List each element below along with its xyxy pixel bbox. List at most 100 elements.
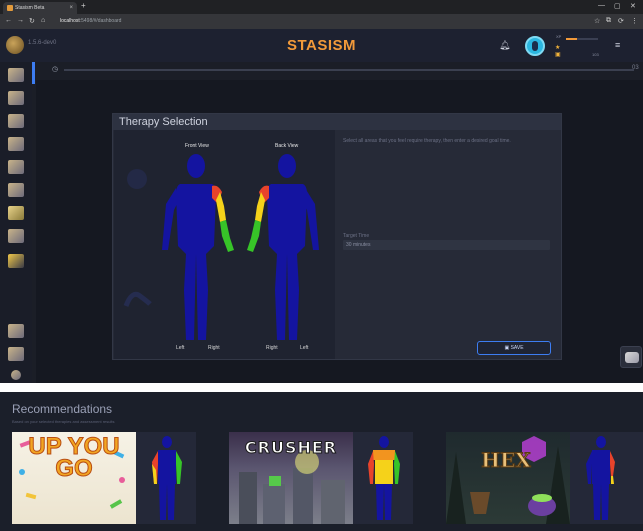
game-title-up-you-go: UP YOU GO — [28, 433, 120, 482]
sidebar-item-exercises[interactable] — [8, 137, 24, 151]
modal-header: Therapy Selection — [113, 114, 561, 130]
sidebar-item-achievements[interactable] — [8, 254, 24, 268]
notification-bell-icon[interactable]: 🔔︎ — [499, 40, 510, 51]
front-left-leg[interactable] — [196, 254, 208, 340]
xp-progress-bar — [566, 38, 598, 40]
back-view-label: Back View — [275, 143, 299, 149]
app-screenshot: Stasism Beta × + — ▢ ✕ ← → ↻ ⌂ localhost… — [0, 0, 643, 383]
front-view-label: Front View — [185, 143, 209, 149]
coin-count: 103 — [592, 52, 599, 57]
treasure-icon: ▣ — [555, 52, 561, 58]
forward-icon[interactable]: → — [17, 17, 24, 24]
sidebar-item-trophy[interactable] — [8, 206, 24, 220]
sidebar — [0, 62, 32, 383]
recommendations-title: Recommendations — [12, 402, 113, 416]
star-icon: ★ — [555, 45, 561, 51]
browser-toolbar: ← → ↻ ⌂ localhost:5498/#/dashboard ☆ ⧉ ⟳… — [0, 14, 643, 29]
browser-menu-icon[interactable]: ⋮ — [631, 17, 638, 25]
save-label: SAVE — [510, 345, 524, 351]
front-right-arm[interactable] — [162, 188, 178, 250]
modal-title: Therapy Selection — [119, 116, 208, 128]
game-card-crusher[interactable]: CRUSHER — [229, 432, 413, 524]
faded-decoration-icon — [123, 291, 152, 307]
game-body-map — [368, 436, 400, 520]
maximize-button[interactable]: ▢ — [614, 2, 621, 10]
game-title-crusher: CRUSHER — [244, 438, 338, 458]
game-card-up-you-go[interactable]: UP YOU GO — [12, 432, 196, 524]
sidebar-item-therapy[interactable] — [8, 91, 24, 105]
timeline-track[interactable] — [64, 69, 634, 71]
back-head[interactable] — [278, 154, 296, 178]
url-path: :5498/#/dashboard — [79, 18, 122, 24]
extensions-icon[interactable]: ⧉ — [606, 17, 611, 25]
game-thumbnail[interactable]: UP YOU GO — [12, 432, 136, 524]
sidebar-item-profile[interactable] — [8, 324, 24, 338]
target-time-label: Target Time — [343, 233, 370, 239]
timeline-end-label: 03 — [632, 65, 639, 71]
hamburger-menu-icon[interactable]: ≡ — [615, 40, 620, 50]
browser-tab[interactable]: Stasism Beta × — [3, 2, 77, 14]
recommendations-section: Recommendations Based on your selected t… — [0, 392, 643, 531]
brand-title: STASISM — [286, 37, 357, 54]
game-body-map — [152, 436, 182, 520]
recommendations-subtitle: Based on your selected therapies and ass… — [12, 419, 115, 424]
game-card-hex[interactable]: HEX — [446, 432, 630, 524]
back-right-leg[interactable] — [287, 254, 299, 340]
back-torso[interactable] — [267, 184, 307, 254]
game-body-map — [586, 436, 615, 520]
sidebar-item-messages[interactable] — [8, 183, 24, 197]
xp-progress-fill — [566, 38, 578, 40]
front-head[interactable] — [187, 154, 205, 178]
back-body-map[interactable] — [247, 150, 327, 346]
url-host: localhost — [60, 18, 80, 24]
reload-icon[interactable]: ↻ — [29, 17, 35, 25]
sidebar-item-home[interactable] — [8, 68, 24, 82]
back-left-label: Left — [300, 345, 309, 351]
favicon-icon — [7, 5, 13, 11]
game-title-hex: HEX — [481, 448, 532, 473]
game-card-partial[interactable] — [628, 432, 643, 524]
front-torso[interactable] — [176, 184, 216, 254]
tab-title: Stasism Beta — [15, 5, 45, 11]
sidebar-item-settings[interactable] — [8, 347, 24, 361]
back-icon[interactable]: ← — [5, 17, 12, 24]
user-avatar[interactable] — [525, 36, 545, 56]
sidebar-item-assessment[interactable] — [8, 114, 24, 128]
forest-scene — [446, 436, 570, 524]
target-time-field[interactable]: 30 minutes — [343, 240, 550, 250]
front-left-forearm[interactable] — [220, 220, 234, 252]
home-icon[interactable]: ⌂ — [41, 17, 45, 24]
app-header: 1.5.6-dev0 STASISM 🔔︎ XP ★ ▣ 103 ≡ — [0, 29, 643, 62]
close-window-button[interactable]: ✕ — [630, 2, 636, 10]
address-bar[interactable]: localhost:5498/#/dashboard — [60, 17, 121, 26]
back-right-label: Right — [266, 345, 278, 351]
front-body-map[interactable] — [158, 150, 234, 346]
faded-decoration-icon — [127, 169, 147, 189]
sidebar-active-indicator — [32, 62, 35, 84]
therapy-instructions: Select all areas that you feel require t… — [343, 138, 511, 144]
sidebar-item-gallery[interactable] — [8, 229, 24, 243]
minimize-button[interactable]: — — [598, 2, 605, 9]
chat-assistant-button[interactable] — [620, 346, 642, 368]
game-thumbnail[interactable]: HEX — [446, 432, 570, 524]
front-right-label: Right — [208, 345, 220, 351]
body-map-panel: Front View Back View Left Right Right Le… — [114, 130, 335, 359]
session-timeline[interactable]: ◷ 03 — [52, 65, 642, 74]
front-left-label: Left — [176, 345, 185, 351]
sidebar-item-schedule[interactable] — [8, 160, 24, 174]
clock-icon: ◷ — [52, 66, 59, 73]
chat-icon — [625, 352, 639, 363]
front-right-leg[interactable] — [184, 254, 196, 340]
refresh-extension-icon[interactable]: ⟳ — [618, 17, 624, 25]
tab-close-icon[interactable]: × — [69, 2, 73, 14]
game-thumbnail[interactable]: CRUSHER — [229, 432, 353, 524]
back-left-leg[interactable] — [275, 254, 287, 340]
xp-panel: XP ★ ▣ 103 — [554, 33, 600, 59]
back-left-forearm[interactable] — [247, 220, 261, 252]
new-tab-button[interactable]: + — [81, 1, 86, 10]
save-button[interactable]: ▣ SAVE — [477, 341, 551, 355]
therapy-selection-modal: Therapy Selection Front View Back View L… — [112, 113, 562, 360]
sidebar-item-help[interactable] — [11, 370, 21, 380]
browser-tab-bar: Stasism Beta × + — ▢ ✕ — [0, 0, 643, 14]
bookmark-star-icon[interactable]: ☆ — [594, 17, 600, 25]
